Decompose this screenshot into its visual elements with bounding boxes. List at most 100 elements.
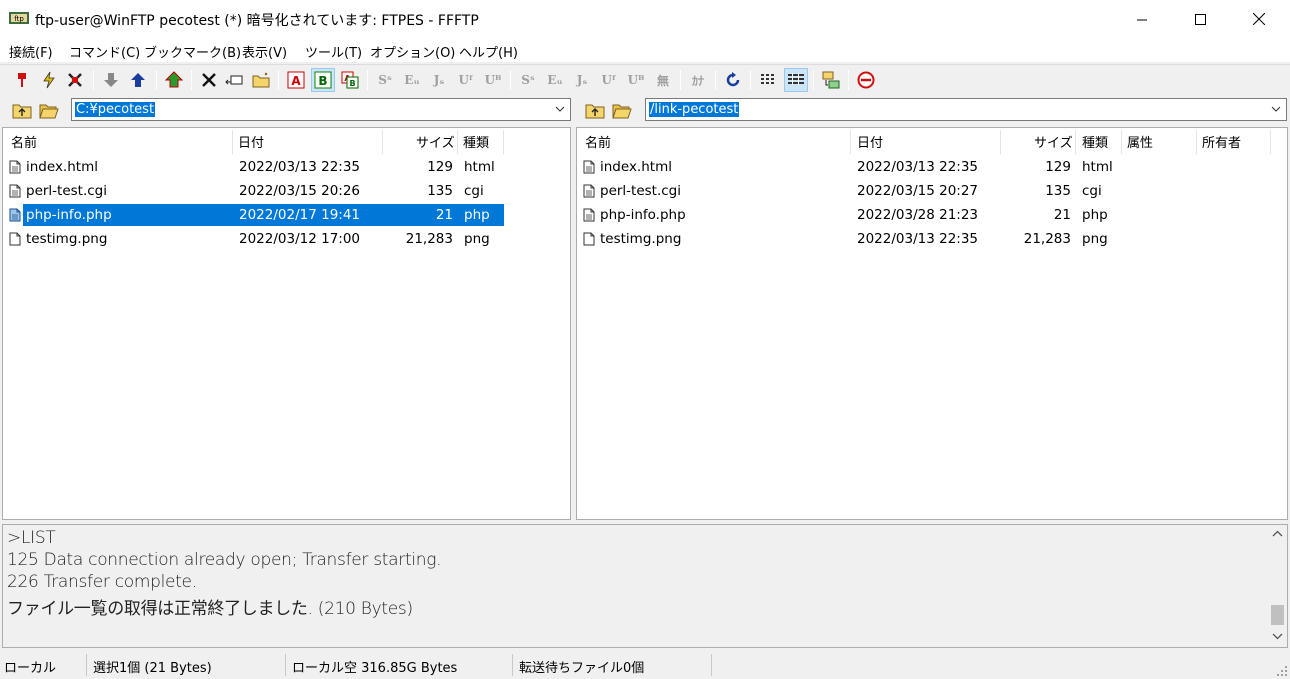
menu-command[interactable]: コマンド(C) [69,42,140,61]
table-row[interactable]: php-info.php 2022/03/28 21:23 21 php [579,204,1279,226]
table-row[interactable]: perl-test.cgi 2022/03/15 20:27 135 cgi [579,180,1279,202]
remote-header-size[interactable]: サイズ [1034,132,1073,151]
file-size: 135 [427,183,453,199]
sync-folder-button[interactable] [819,68,843,92]
close-button[interactable] [1230,0,1288,38]
up-folder-icon [12,104,32,119]
utf8-button[interactable]: Uᶠ [454,68,478,92]
utf8-icon: Uᶠ [458,73,474,87]
euc-button[interactable]: Eᵤ [400,68,424,92]
local-open-folder-button[interactable] [37,98,61,122]
table-row[interactable]: testimg.png 2022/03/13 22:35 21,283 png [579,228,1279,250]
file-type: cgi [1082,183,1102,199]
utf8bom-button[interactable]: Uᴮ [481,68,505,92]
sjis-button[interactable]: Sˢ [373,68,397,92]
file-size: 21,283 [405,231,453,247]
detail-view-button[interactable] [784,68,808,92]
local-utf8bom-button[interactable]: Uᴮ [624,68,648,92]
refresh-button[interactable] [721,68,745,92]
local-file-list[interactable]: 名前 日付 サイズ 種類 index.html 2022/03/13 22:35… [2,127,571,520]
local-euc-button[interactable]: Eᵤ [543,68,567,92]
local-euc-icon: Eᵤ [547,73,563,87]
file-date: 2022/03/13 22:35 [857,231,979,247]
resize-grip-icon[interactable] [1276,665,1288,677]
file-size: 129 [1045,159,1071,175]
remote-header-name[interactable]: 名前 [585,132,611,151]
upload-button[interactable] [126,68,150,92]
local-header-size[interactable]: サイズ [416,132,455,151]
menu-bookmark[interactable]: ブックマーク(B) [144,42,241,61]
binary-mode-icon: B [314,71,332,89]
mkdir-icon [252,72,270,88]
table-row[interactable]: perl-test.cgi 2022/03/15 20:26 135 cgi [5,180,504,202]
close-icon [1253,13,1265,25]
file-name: perl-test.cgi [600,183,682,199]
quick-connect-icon [43,71,55,89]
file-name: index.html [26,159,98,175]
log-line: >LIST [7,528,56,548]
remote-up-folder-button[interactable] [583,98,607,122]
local-path-combo[interactable]: C:¥pecotest [71,98,571,121]
file-type: html [1082,159,1113,175]
table-row[interactable]: index.html 2022/03/13 22:35 129 html [579,156,1279,178]
delete-icon [202,73,216,87]
quick-connect-button[interactable] [37,68,61,92]
maximize-icon [1194,13,1206,25]
local-jis-button[interactable]: Jₛ [570,68,594,92]
remote-file-list[interactable]: 名前 日付 サイズ 種類 属性 所有者 index.html 2022/03/1… [576,127,1288,520]
local-header-name[interactable]: 名前 [11,132,37,151]
list-view-button[interactable] [756,68,780,92]
local-header-type[interactable]: 種類 [463,132,489,151]
download-icon [104,73,118,87]
log-scrollbar[interactable] [1268,525,1287,647]
download-button[interactable] [99,68,123,92]
menu-options[interactable]: オプション(O) [370,42,455,61]
menu-view[interactable]: 表示(V) [242,42,287,61]
delete-button[interactable] [197,68,221,92]
file-size: 135 [1045,183,1071,199]
utf8bom-icon: Uᴮ [484,73,502,87]
no-convert-button[interactable]: 無 [651,68,675,92]
status-bar: ローカル 選択1個 (21 Bytes) ローカル空 316.85G Bytes… [0,651,1290,679]
minimize-button[interactable] [1113,0,1171,38]
scroll-thumb[interactable] [1271,605,1284,625]
menu-connect[interactable]: 接続(F) [9,42,53,61]
stop-button[interactable] [854,68,878,92]
remote-header-attr[interactable]: 属性 [1127,132,1153,151]
local-header-date[interactable]: 日付 [238,132,264,151]
jis-button[interactable]: Jₛ [427,68,451,92]
table-row[interactable]: index.html 2022/03/13 22:35 129 html [5,156,504,178]
file-icon [9,160,21,174]
chevron-down-icon [1271,106,1281,112]
rename-button[interactable] [222,68,246,92]
task-log[interactable]: >LIST 125 Data connection already open; … [2,524,1288,648]
remote-path-combo[interactable]: /link-pecotest [645,98,1287,121]
local-utf8-icon: Uᶠ [601,73,617,87]
table-row[interactable]: testimg.png 2022/03/12 17:00 21,283 png [5,228,504,250]
mirror-upload-button[interactable] [162,68,186,92]
toolbar: A B AB Sˢ Eᵤ Jₛ Uᶠ Uᴮ Sˢ Eᵤ Jₛ Uᶠ Uᴮ 無 ｶ… [0,64,1290,94]
mkdir-button[interactable] [249,68,273,92]
maximize-button[interactable] [1171,0,1229,38]
menu-bar: 接続(F) コマンド(C) ブックマーク(B) 表示(V) ツール(T) オプシ… [0,38,1290,62]
window-title: ftp-user@WinFTP pecotest (*) 暗号化されています: … [35,13,479,29]
ascii-mode-button[interactable]: A [284,68,308,92]
local-sjis-button[interactable]: Sˢ [516,68,540,92]
remote-header-type[interactable]: 種類 [1082,132,1108,151]
menu-tools[interactable]: ツール(T) [305,42,362,61]
local-up-folder-button[interactable] [10,98,34,122]
remote-header-owner[interactable]: 所有者 [1202,132,1241,151]
file-type: php [464,207,490,223]
auto-mode-button[interactable]: AB [338,68,362,92]
remote-header-date[interactable]: 日付 [857,132,883,151]
remote-open-folder-button[interactable] [610,98,634,122]
table-row-selected[interactable]: php-info.php 2022/02/17 19:41 21 php [9,204,504,226]
menu-help[interactable]: ヘルプ(H) [459,42,518,61]
kana-convert-button[interactable]: ｶﾅ [686,68,710,92]
file-type: html [464,159,495,175]
local-utf8-button[interactable]: Uᶠ [597,68,621,92]
binary-mode-button[interactable]: B [311,68,335,92]
disconnect-button[interactable] [63,68,87,92]
file-name: php-info.php [26,207,112,223]
connect-button[interactable] [10,68,34,92]
